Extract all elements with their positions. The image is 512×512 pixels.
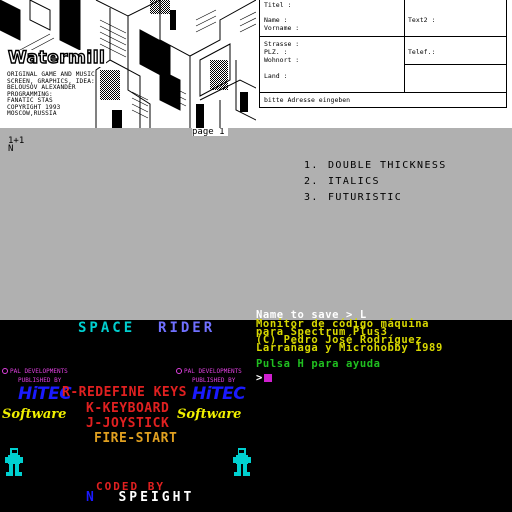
pal-credit-right: PAL DEVELOPMENTS bbox=[176, 368, 242, 375]
menu-item-number: 2. bbox=[304, 176, 319, 187]
watermill-credits: ORIGINAL GAME AND MUSIC SCREEN, GRAPHICS… bbox=[7, 71, 95, 118]
text2-field[interactable]: Text2 : bbox=[408, 17, 435, 24]
pal-label: PAL DEVELOPMENTS bbox=[10, 368, 68, 375]
menu-item-label: ITALICS bbox=[328, 176, 380, 187]
wohnort-field[interactable]: Wohnort : bbox=[264, 57, 299, 64]
telef-field[interactable]: Telef.: bbox=[408, 49, 435, 56]
published-by-left: PUBLISHED BY bbox=[18, 377, 62, 384]
option-fire-start[interactable]: FIRE-START bbox=[94, 431, 177, 446]
author-name: N SPEIGHT bbox=[86, 490, 194, 505]
titel-field[interactable]: Titel : bbox=[264, 2, 291, 9]
menu-item-double-thickness[interactable]: 1. DOUBLE THICKNESS bbox=[304, 158, 447, 174]
monitor-company: Larrañaga y Microhobby 1989 bbox=[256, 342, 443, 354]
game-title-word: RIDER bbox=[158, 320, 216, 336]
watermill-logo: Watermill bbox=[7, 48, 107, 68]
astronaut-icon bbox=[5, 448, 23, 476]
address-prompt: bitte Adresse eingeben bbox=[264, 96, 351, 104]
space-rider-screen: SPACE RIDER PAL DEVELOPMENTS PUBLISHED B… bbox=[0, 320, 256, 512]
form-bottom bbox=[259, 107, 507, 108]
pal-credit-left: PAL DEVELOPMENTS bbox=[2, 368, 68, 375]
option-keyboard[interactable]: K-KEYBOARD bbox=[86, 401, 169, 416]
menu-item-number: 3. bbox=[304, 192, 319, 203]
plz-field[interactable]: PLZ. : bbox=[264, 49, 287, 56]
hitec-logo-right: HiTEC bbox=[192, 384, 246, 404]
menu-item-label: FUTURISTIC bbox=[328, 192, 403, 203]
editor-line: N bbox=[8, 144, 14, 154]
credit-line: MOSCOW,RUSSIA bbox=[7, 110, 57, 117]
astronaut-icon bbox=[233, 448, 251, 476]
editor-screen: page 1 1+1 N 1. DOUBLE THICKNESS 2. ITALIC… bbox=[0, 128, 512, 320]
name-field[interactable]: Name : bbox=[264, 17, 287, 24]
author-surname: SPEIGHT bbox=[118, 490, 195, 505]
pal-label: PAL DEVELOPMENTS bbox=[184, 368, 242, 375]
option-redefine-keys[interactable]: R-REDEFINE KEYS bbox=[62, 385, 187, 400]
command-prompt[interactable]: > bbox=[256, 372, 272, 384]
menu-item-label: DOUBLE THICKNESS bbox=[328, 160, 447, 171]
style-menu: 1. DOUBLE THICKNESS 2. ITALICS 3. FUTURISTI… bbox=[304, 158, 447, 206]
page-label: page 1 bbox=[192, 128, 228, 137]
published-by-right: PUBLISHED BY bbox=[192, 377, 236, 384]
menu-item-number: 1. bbox=[304, 160, 319, 171]
form-divider bbox=[404, 0, 405, 92]
text-cursor bbox=[263, 374, 272, 382]
help-hint: Pulsa H para ayuda bbox=[256, 358, 381, 370]
watermill-screen: Watermill ORIGINAL GAME AND MUSIC SCREEN… bbox=[0, 0, 256, 128]
author-initial: N bbox=[86, 490, 97, 505]
address-form: Titel : Name : Vorname : Strasse : PLZ. … bbox=[256, 0, 512, 128]
copyright-icon bbox=[2, 368, 8, 374]
form-hline bbox=[259, 92, 507, 93]
copyright-icon bbox=[176, 368, 182, 374]
software-logo-right: Software bbox=[177, 407, 242, 422]
software-logo-left: Software bbox=[2, 407, 67, 422]
vorname-field[interactable]: Vorname : bbox=[264, 25, 299, 32]
game-title: SPACE RIDER bbox=[78, 320, 215, 336]
strasse-field[interactable]: Strasse : bbox=[264, 41, 299, 48]
form-hline bbox=[404, 64, 507, 65]
form-hline bbox=[259, 36, 507, 37]
menu-item-italics[interactable]: 2. ITALICS bbox=[304, 174, 447, 190]
prompt-symbol: > bbox=[256, 372, 263, 384]
option-joystick[interactable]: J-JOYSTICK bbox=[86, 416, 169, 431]
land-field[interactable]: Land : bbox=[264, 73, 287, 80]
game-title-word: SPACE bbox=[78, 320, 136, 336]
menu-item-futuristic[interactable]: 3. FUTURISTIC bbox=[304, 190, 447, 206]
monitor-screen: Name to save > L Monitor de código máqui… bbox=[256, 310, 512, 512]
